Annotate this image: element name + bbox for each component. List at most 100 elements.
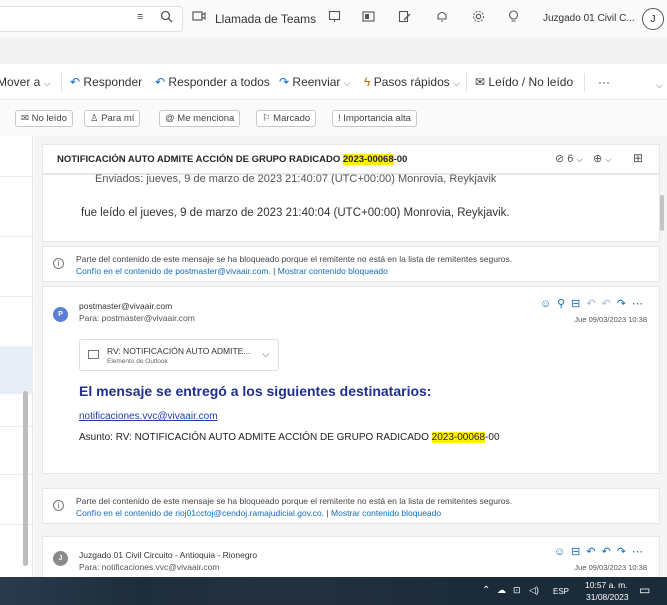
more-options-button[interactable]: ··· bbox=[598, 75, 610, 89]
sent-line: Enviados: jueves, 9 de marzo de 2023 21:… bbox=[95, 173, 497, 185]
filter-mentions-me[interactable]: @ Me menciona bbox=[159, 110, 241, 127]
message-date: Jue 09/03/2023 10:38 bbox=[574, 563, 647, 572]
account-avatar[interactable]: J bbox=[642, 8, 664, 30]
chevron-down-icon[interactable]: ⌵ bbox=[262, 349, 270, 360]
search-icon[interactable] bbox=[160, 10, 173, 26]
onenote-icon[interactable] bbox=[362, 10, 375, 26]
warning-text: Parte del contenido de este mensaje se h… bbox=[76, 254, 513, 264]
chevron-up-icon[interactable]: ⌃ bbox=[482, 585, 490, 596]
sender-address[interactable]: postmaster@vivaair.com bbox=[79, 301, 172, 311]
reply-all-icon[interactable]: ↶ bbox=[602, 546, 617, 558]
reading-pane: NOTIFICACIÓN AUTO ADMITE ACCIÓN DE GRUPO… bbox=[34, 136, 667, 577]
lightning-icon: ϟ bbox=[364, 75, 371, 89]
zoom-icon[interactable]: ⊕ ⌵ bbox=[593, 152, 611, 165]
blocked-content-warning: i Parte del contenido de este mensaje se… bbox=[42, 246, 660, 282]
list-divider bbox=[0, 176, 33, 177]
present-icon[interactable] bbox=[328, 10, 341, 26]
video-call-icon[interactable] bbox=[192, 10, 206, 25]
list-divider bbox=[0, 236, 33, 237]
filter-label: Me menciona bbox=[177, 113, 235, 124]
volume-icon[interactable]: ◁) bbox=[529, 585, 539, 596]
notification-icon[interactable]: ▭ bbox=[639, 583, 650, 597]
trust-sender-link[interactable]: Confío en el contenido de rioj01cctoj@ce… bbox=[76, 508, 324, 518]
more-icon[interactable]: ⋯ bbox=[632, 298, 649, 310]
move-to-button[interactable]: Mover a ⌵ bbox=[0, 75, 51, 89]
attachment-count-value: 6 bbox=[567, 153, 574, 165]
warning-links: Confío en el contenido de rioj01cctoj@ce… bbox=[76, 508, 441, 518]
message-actions: ☺⚲⊟↶↶↷⋯ bbox=[540, 297, 649, 310]
message-actions: ☺⊟↶↶↷⋯ bbox=[554, 545, 649, 558]
reply-all-button[interactable]: ↶ Responder a todos bbox=[155, 75, 270, 89]
forward-button[interactable]: ↷ Reenviar ⌵ bbox=[279, 75, 351, 89]
read-unread-button[interactable]: ✉ Leído / No leído bbox=[475, 75, 573, 89]
blocked-content-warning: i Parte del contenido de este mensaje se… bbox=[42, 488, 660, 524]
list-divider bbox=[0, 296, 33, 297]
quick-steps-button[interactable]: ϟ Pasos rápidos ⌵ bbox=[364, 75, 460, 89]
move-to-label: Mover a bbox=[0, 75, 41, 89]
network-icon[interactable]: ⊡ bbox=[513, 585, 521, 596]
selected-list-item[interactable] bbox=[0, 346, 33, 394]
message-card: P postmaster@vivaair.com Para: postmaste… bbox=[42, 286, 660, 474]
print-icon[interactable]: ⊟ bbox=[571, 546, 586, 558]
apps-icon[interactable]: ⚲ bbox=[557, 298, 571, 310]
account-name[interactable]: Juzgado 01 Civil C... bbox=[543, 13, 635, 24]
show-blocked-link[interactable]: Mostrar contenido bloqueado bbox=[278, 266, 388, 276]
envelope-icon bbox=[88, 350, 99, 359]
clock-date[interactable]: 31/08/2023 bbox=[586, 592, 629, 602]
info-icon: i bbox=[53, 258, 64, 269]
attachment-count[interactable]: ⊘ 6 ⌵ bbox=[555, 152, 583, 165]
flag-icon: ⚐ bbox=[262, 113, 271, 124]
filter-label: Para mí bbox=[101, 113, 135, 124]
language-indicator[interactable]: ESP bbox=[553, 587, 569, 596]
gear-icon[interactable] bbox=[472, 10, 485, 26]
more-icon[interactable]: ⋯ bbox=[632, 546, 649, 558]
chevron-down-icon: ⌵ bbox=[576, 155, 583, 164]
emoji-icon[interactable]: ☺ bbox=[540, 298, 557, 310]
person-icon: ♙ bbox=[90, 113, 99, 124]
sender-avatar[interactable]: P bbox=[53, 307, 68, 322]
link-separator: | bbox=[326, 508, 329, 518]
popout-icon[interactable]: ⊞ bbox=[633, 151, 643, 165]
emoji-icon[interactable]: ☺ bbox=[554, 546, 571, 558]
recipient-link[interactable]: notificaciones.vvc@vivaair.com bbox=[79, 411, 218, 422]
exclamation-icon: ! bbox=[338, 113, 341, 124]
reading-scrollbar[interactable] bbox=[660, 195, 664, 231]
forward-icon[interactable]: ↷ bbox=[617, 546, 632, 558]
recipient-line: Para: postmaster@vivaair.com bbox=[79, 313, 195, 323]
list-scrollbar[interactable] bbox=[23, 391, 28, 566]
filter-bar: ✉ No leído ♙ Para mí @ Me menciona ⚐ Mar… bbox=[0, 100, 667, 136]
filter-flagged[interactable]: ⚐ Marcado bbox=[256, 110, 317, 127]
print-icon[interactable]: ⊟ bbox=[571, 298, 586, 310]
header-strip bbox=[0, 38, 667, 64]
clock-time[interactable]: 10:57 a. m. bbox=[585, 580, 628, 590]
search-box[interactable] bbox=[0, 6, 183, 32]
recipient-line: Para: notificaciones.vvc@vivaair.com bbox=[79, 562, 220, 572]
filter-to-me[interactable]: ♙ Para mí bbox=[84, 110, 141, 127]
filter-high-importance[interactable]: ! Importancia alta bbox=[332, 110, 417, 127]
sender-avatar[interactable]: J bbox=[53, 551, 68, 566]
bell-icon[interactable] bbox=[436, 10, 448, 26]
reply-icon[interactable]: ↶ bbox=[586, 298, 601, 310]
edit-icon[interactable] bbox=[398, 10, 411, 26]
filter-unread[interactable]: ✉ No leído bbox=[15, 110, 73, 127]
reply-button[interactable]: ↶ Responder bbox=[70, 75, 142, 89]
lightbulb-icon[interactable] bbox=[508, 10, 519, 26]
weather-icon[interactable]: ☁ bbox=[497, 585, 506, 596]
teams-call-label[interactable]: Llamada de Teams bbox=[215, 12, 316, 26]
forward-icon[interactable]: ↷ bbox=[617, 298, 632, 310]
attachment-item[interactable]: RV: NOTIFICACIÓN AUTO ADMITE... Elemento… bbox=[79, 339, 279, 371]
reply-icon[interactable]: ↶ bbox=[586, 546, 601, 558]
forward-icon: ↷ bbox=[279, 75, 290, 89]
ribbon-expand-icon[interactable]: ⌵ bbox=[656, 80, 663, 91]
message-list-pane[interactable] bbox=[0, 136, 33, 577]
taskbar-background bbox=[0, 577, 460, 605]
filter-icon[interactable]: ≡ bbox=[137, 11, 143, 23]
reply-all-label: Responder a todos bbox=[168, 75, 270, 89]
sender-name[interactable]: Juzgado 01 Civil Circuito - Antioquia - … bbox=[79, 550, 257, 560]
ribbon-divider bbox=[466, 73, 467, 91]
trust-sender-link[interactable]: Confío en el contenido de postmaster@viv… bbox=[76, 266, 271, 276]
reply-icon: ↶ bbox=[70, 75, 81, 89]
show-blocked-link[interactable]: Mostrar contenido bloqueado bbox=[331, 508, 441, 518]
link-separator: | bbox=[273, 266, 276, 276]
reply-all-icon[interactable]: ↶ bbox=[602, 298, 617, 310]
